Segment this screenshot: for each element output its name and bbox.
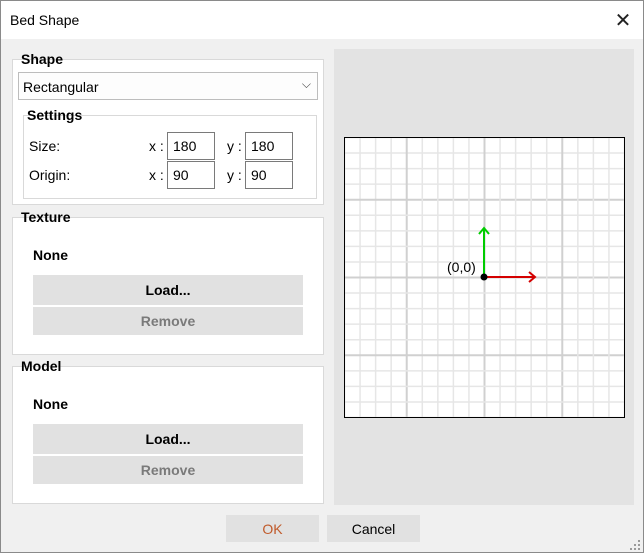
texture-remove-button[interactable]: Remove — [33, 307, 303, 335]
size-y-label: y : — [227, 138, 242, 154]
cancel-button[interactable]: Cancel — [327, 515, 420, 542]
texture-group-label: Texture — [21, 209, 71, 225]
size-y-input[interactable] — [245, 132, 293, 160]
model-load-button[interactable]: Load... — [33, 424, 303, 454]
chevron-down-icon: ⌵ — [301, 77, 311, 91]
shape-group-label: Shape — [21, 51, 64, 67]
size-label: Size: — [29, 138, 61, 154]
origin-y-input[interactable] — [245, 161, 293, 189]
shape-select-value: Rectangular — [23, 79, 99, 95]
texture-load-button[interactable]: Load... — [33, 275, 303, 305]
resize-grip-icon[interactable] — [629, 539, 641, 551]
texture-value: None — [33, 247, 68, 263]
settings-group-label: Settings — [27, 107, 83, 123]
origin-x-label: x : — [149, 167, 164, 183]
shape-select[interactable]: Rectangular ⌵ — [18, 72, 318, 100]
origin-label: (0,0) — [447, 259, 476, 275]
origin-y-label: y : — [227, 167, 242, 183]
model-group-label: Model — [21, 358, 62, 374]
origin-label: Origin: — [29, 167, 71, 183]
close-icon[interactable]: ✕ — [609, 7, 637, 33]
ok-button[interactable]: OK — [226, 515, 319, 542]
bed-preview-panel: (0,0) — [334, 49, 634, 505]
size-x-input[interactable] — [167, 132, 215, 160]
origin-x-input[interactable] — [167, 161, 215, 189]
model-value: None — [33, 396, 68, 412]
bed-preview-canvas: (0,0) — [343, 136, 626, 419]
origin-point — [480, 273, 488, 281]
model-remove-button[interactable]: Remove — [33, 456, 303, 484]
window-title: Bed Shape — [10, 12, 80, 28]
size-x-label: x : — [149, 138, 164, 154]
title-bar — [1, 1, 643, 39]
